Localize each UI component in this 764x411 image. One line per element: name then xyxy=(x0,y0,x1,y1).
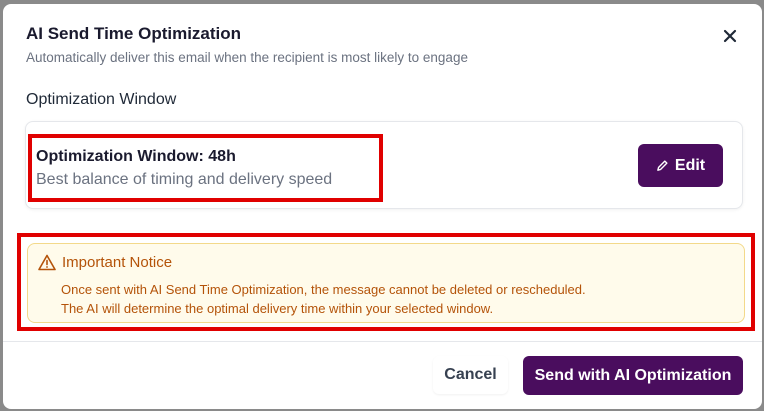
optimization-window-card: Optimization Window: 48h Best balance of… xyxy=(25,121,743,209)
window-title: Optimization Window: 48h xyxy=(36,148,236,165)
edit-button[interactable]: Edit xyxy=(638,144,723,187)
section-label: Optimization Window xyxy=(26,91,177,108)
warning-triangle-icon xyxy=(38,254,56,271)
edit-button-label: Edit xyxy=(674,156,706,174)
dialog-subtitle: Automatically deliver this email when th… xyxy=(26,50,468,65)
notice-header: Important Notice xyxy=(38,254,172,271)
pencil-icon xyxy=(657,160,668,171)
send-time-optimization-dialog: AI Send Time Optimization Automatically … xyxy=(3,4,762,409)
important-notice: Important Notice Once sent with AI Send … xyxy=(27,243,745,323)
window-description: Best balance of timing and delivery spee… xyxy=(36,171,333,188)
notice-highlight: Important Notice Once sent with AI Send … xyxy=(17,233,755,331)
close-icon xyxy=(723,29,737,43)
notice-title: Important Notice xyxy=(62,254,173,271)
close-button[interactable] xyxy=(718,24,742,48)
dialog-header: AI Send Time Optimization Automatically … xyxy=(3,4,762,84)
send-with-ai-optimization-button[interactable]: Send with AI Optimization xyxy=(523,356,743,395)
notice-line-2: The AI will determine the optimal delive… xyxy=(61,301,494,316)
cancel-button[interactable]: Cancel xyxy=(433,356,508,394)
notice-line-1: Once sent with AI Send Time Optimization… xyxy=(61,282,586,297)
highlight-box xyxy=(28,134,383,202)
dialog-title: AI Send Time Optimization xyxy=(26,24,242,43)
footer-divider xyxy=(3,341,762,342)
